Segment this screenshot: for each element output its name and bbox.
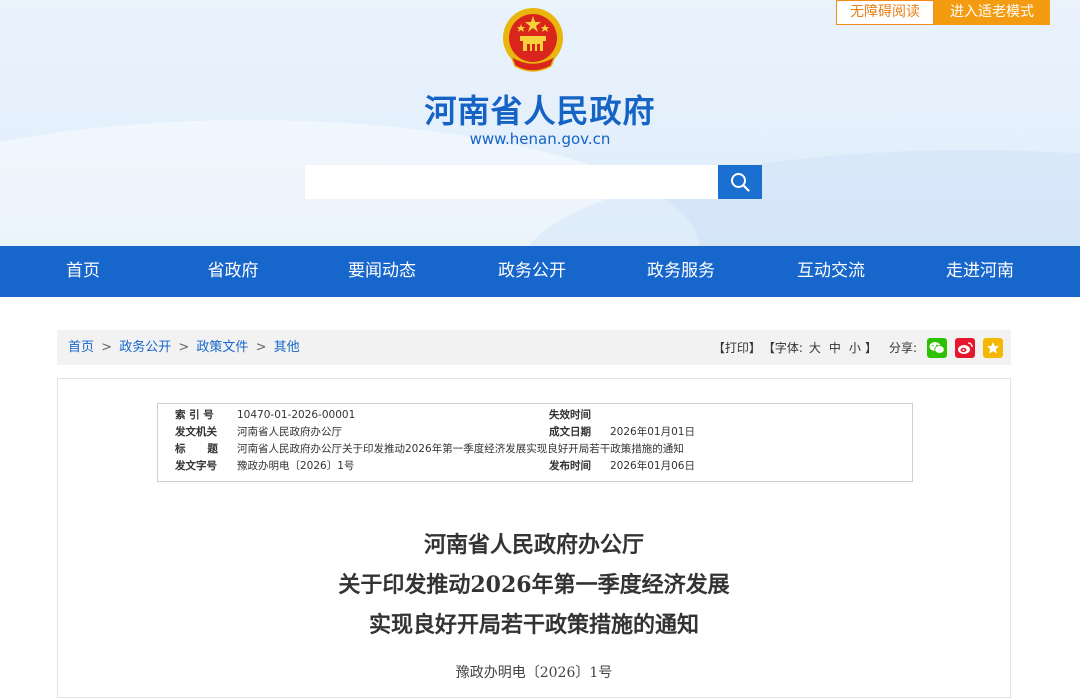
wechat-icon — [929, 341, 945, 354]
font-size-label: 【字体: — [762, 341, 803, 355]
weibo-icon — [958, 341, 973, 354]
national-emblem-icon — [503, 8, 563, 72]
breadcrumb-separator: > — [178, 340, 190, 355]
issuer-value: 河南省人民政府办公厅 — [237, 426, 342, 438]
search-input[interactable] — [305, 165, 718, 199]
breadcrumb-home[interactable]: 首页 — [68, 340, 94, 355]
nav-item-government-affairs[interactable]: 政务公开 — [472, 246, 592, 297]
publish-time-value: 2026年01月06日 — [610, 460, 695, 472]
nav-item-interaction[interactable]: 互动交流 — [771, 246, 891, 297]
breadcrumb-other[interactable]: 其他 — [274, 340, 300, 355]
metadata-row: 索 引 号 10470-01-2026-00001 失效时间 — [158, 407, 912, 424]
document-title-line: 关于印发推动2026年第一季度经济发展 — [338, 572, 730, 598]
breadcrumb-separator: > — [101, 340, 113, 355]
breadcrumb-separator: > — [255, 340, 267, 355]
print-button[interactable]: 【打印】 — [713, 339, 761, 356]
title-value: 河南省人民政府办公厅关于印发推动2026年第一季度经济发展实现良好开局若干政策措… — [237, 443, 684, 455]
written-date-value: 2026年01月01日 — [610, 426, 695, 438]
document-title-line: 河南省人民政府办公厅 — [423, 532, 644, 558]
nav-item-government-services[interactable]: 政务服务 — [621, 246, 741, 297]
publish-time-label: 发布时间 — [549, 460, 591, 472]
site-header: 无障碍阅读 进入适老模式 河南省人民政府 www.henan.gov.cn — [0, 0, 1080, 246]
font-large-button[interactable]: 大 — [809, 339, 821, 356]
document-title-line: 实现良好开局若干政策措施的通知 — [368, 612, 699, 638]
article-tools: 【打印】 【字体: 大 中 小 】 分享: — [713, 330, 1003, 365]
elder-mode-button[interactable]: 进入适老模式 — [934, 0, 1050, 25]
main-nav: 首页 省政府 要闻动态 政务公开 政务服务 互动交流 走进河南 — [0, 246, 1080, 297]
expire-time-label: 失效时间 — [549, 409, 591, 421]
document-number: 豫政办明电〔2026〕1号 — [455, 665, 613, 681]
breadcrumb-policy-documents[interactable]: 政策文件 — [196, 340, 248, 355]
nav-item-about-henan[interactable]: 走进河南 — [920, 246, 1040, 297]
breadcrumb-bar: 首页 > 政务公开 > 政策文件 > 其他 【打印】 【字体: 大 中 小 】 … — [57, 330, 1011, 365]
index-number-label: 索 引 号 — [175, 409, 214, 421]
nav-item-news[interactable]: 要闻动态 — [322, 246, 442, 297]
issuer-label: 发文机关 — [175, 426, 217, 438]
site-title[interactable]: 河南省人民政府 — [0, 86, 1080, 132]
site-url: www.henan.gov.cn — [469, 130, 611, 148]
weibo-share-button[interactable] — [955, 337, 975, 358]
font-size-close: 】 — [864, 341, 877, 355]
font-small-button[interactable]: 小 — [849, 339, 861, 356]
qzone-share-button[interactable] — [983, 337, 1003, 358]
star-icon — [987, 341, 999, 353]
document-title: 河南省人民政府办公厅 关于印发推动2026年第一季度经济发展 实现良好开局若干政… — [58, 525, 1010, 645]
article-container: 索 引 号 10470-01-2026-00001 失效时间 发文机关 河南省人… — [57, 378, 1011, 698]
document-number-label: 发文字号 — [175, 460, 217, 472]
nav-item-provincial-government[interactable]: 省政府 — [173, 246, 293, 297]
written-date-label: 成文日期 — [549, 426, 591, 438]
document-number-value: 豫政办明电〔2026〕1号 — [237, 460, 355, 472]
metadata-row: 标 题 河南省人民政府办公厅关于印发推动2026年第一季度经济发展实现良好开局若… — [158, 441, 912, 458]
document-metadata-table: 索 引 号 10470-01-2026-00001 失效时间 发文机关 河南省人… — [157, 403, 913, 482]
title-label: 标 题 — [175, 443, 218, 455]
top-buttons: 无障碍阅读 进入适老模式 — [836, 0, 1050, 25]
metadata-row: 发文字号 豫政办明电〔2026〕1号 发布时间 2026年01月06日 — [158, 458, 912, 475]
search-icon — [731, 173, 750, 192]
share-label: 分享: — [888, 341, 917, 355]
font-medium-button[interactable]: 中 — [829, 339, 841, 356]
accessible-reading-button[interactable]: 无障碍阅读 — [836, 0, 934, 25]
index-number-value: 10470-01-2026-00001 — [237, 409, 356, 421]
search-button[interactable] — [718, 165, 762, 199]
breadcrumb-government-affairs[interactable]: 政务公开 — [119, 340, 171, 355]
nav-item-home[interactable]: 首页 — [23, 246, 143, 297]
metadata-row: 发文机关 河南省人民政府办公厅 成文日期 2026年01月01日 — [158, 424, 912, 441]
breadcrumb: 首页 > 政务公开 > 政策文件 > 其他 — [68, 330, 300, 365]
wechat-share-button[interactable] — [927, 337, 947, 358]
